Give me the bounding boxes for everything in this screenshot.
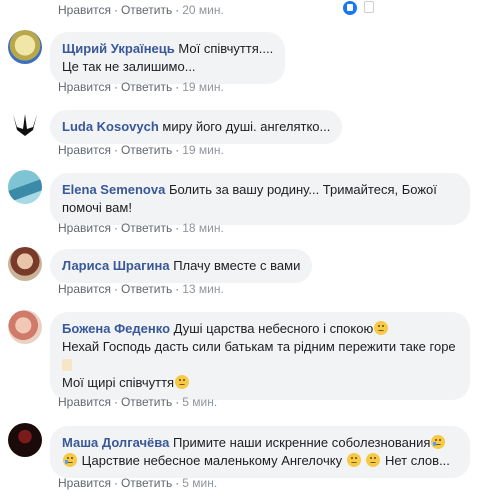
comment-time[interactable]: 18 мин.: [182, 221, 224, 235]
like-link[interactable]: Нравится: [58, 395, 111, 409]
trident-icon: [13, 114, 37, 136]
avatar[interactable]: [8, 423, 42, 457]
sad-face-icon: [175, 375, 190, 389]
crying-face-icon: [63, 453, 77, 467]
like-link[interactable]: Нравится: [58, 476, 111, 490]
comment-text: Душі царства небесного і спокою: [173, 321, 374, 336]
reply-link[interactable]: Ответить: [121, 3, 172, 17]
reply-link[interactable]: Ответить: [121, 476, 172, 490]
like-link[interactable]: Нравится: [58, 3, 111, 17]
comment-actions: Нравится · Ответить · 19 мин.: [58, 143, 224, 157]
comment-bubble: Божена Феденко Душі царства небесного і …: [50, 312, 470, 400]
comment-bubble: Лариса Шрагина Плачу вместе с вами: [50, 249, 313, 283]
avatar[interactable]: [8, 170, 42, 204]
comment-bubble: Щирий Українець Мої співчуття.... Це так…: [50, 32, 286, 84]
comment-author[interactable]: Elena Semenova: [62, 182, 165, 197]
avatar[interactable]: [8, 108, 42, 142]
reply-link[interactable]: Ответить: [121, 221, 172, 235]
avatar[interactable]: [8, 30, 42, 64]
bandage-icon: [62, 359, 72, 371]
comment-time[interactable]: 20 мин.: [182, 3, 224, 17]
reply-link[interactable]: Ответить: [121, 282, 172, 296]
comment-text: Примите наши искренние соболезнования: [172, 435, 431, 450]
comment-actions: Нравится · Ответить · 20 мин.: [58, 0, 374, 18]
comment-time[interactable]: 13 мин.: [182, 282, 224, 296]
comment-actions: Нравится · Ответить · 5 мин.: [58, 395, 218, 409]
angel-face-icon: [366, 453, 381, 467]
comment-author[interactable]: Божена Феденко: [62, 321, 170, 336]
comment-actions: Нравится · Ответить · 19 мин.: [58, 80, 224, 94]
comment-actions: Нравится · Ответить · 13 мин.: [58, 282, 224, 296]
reply-link[interactable]: Ответить: [121, 143, 172, 157]
reply-link[interactable]: Ответить: [121, 395, 172, 409]
comment-text: Це так не залишимо...: [62, 59, 196, 74]
comment-actions: Нравится · Ответить · 5 мин.: [58, 476, 218, 490]
comment-text: помочі вам!: [62, 200, 132, 215]
comment-author[interactable]: Luda Kosovych: [62, 119, 159, 134]
reaction-count-icon: [364, 1, 374, 13]
comment-text: миру його душі. ангелятко...: [162, 119, 331, 134]
like-link[interactable]: Нравится: [58, 282, 111, 296]
comment-bubble: Luda Kosovych миру його душі. ангелятко.…: [50, 110, 343, 144]
comment-author[interactable]: Маша Долгачёва: [62, 435, 169, 450]
avatar[interactable]: [8, 310, 42, 344]
reaction-summary[interactable]: [342, 0, 382, 16]
like-link[interactable]: Нравится: [58, 221, 111, 235]
comment-bubble: Elena Semenova Болить за вашу родину... …: [50, 173, 470, 225]
comment-text: Нет слов...: [384, 453, 450, 468]
crying-face-icon: [431, 435, 446, 449]
comment-bubble: Маша Долгачёва Примите наши искренние со…: [50, 426, 470, 478]
like-reaction-icon: [342, 0, 358, 16]
comment-text: Нехай Господь дасть сили батькам та рідн…: [62, 339, 456, 354]
avatar[interactable]: [8, 247, 42, 281]
comment-actions: Нравится · Ответить · 18 мин.: [58, 221, 224, 235]
comment-text: Мої щирі співчуття: [62, 375, 175, 390]
like-link[interactable]: Нравится: [58, 80, 111, 94]
sad-face-icon: [374, 321, 389, 335]
reply-link[interactable]: Ответить: [121, 80, 172, 94]
comment-author[interactable]: Щирий Українець: [62, 41, 175, 56]
comment-time[interactable]: 5 мин.: [182, 476, 217, 490]
comment-time[interactable]: 19 мин.: [182, 143, 224, 157]
comment-text: Царствие небесное маленькому Ангелочку: [81, 453, 343, 468]
comment-time[interactable]: 5 мин.: [182, 395, 217, 409]
comment-author[interactable]: Лариса Шрагина: [62, 258, 170, 273]
comment-time[interactable]: 19 мин.: [182, 80, 224, 94]
angel-face-icon: [346, 453, 361, 467]
like-link[interactable]: Нравится: [58, 143, 111, 157]
comment-text: Плачу вместе с вами: [173, 258, 301, 273]
comment-text: Болить за вашу родину... Тримайтеся, Бож…: [168, 182, 437, 197]
comment-text: Мої співчуття....: [178, 41, 274, 56]
